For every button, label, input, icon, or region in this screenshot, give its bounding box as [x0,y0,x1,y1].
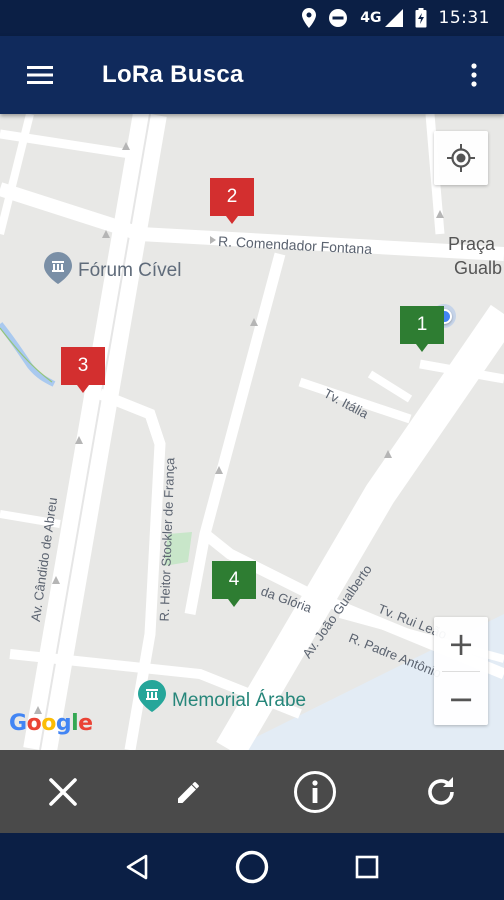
navigation-bar [0,833,504,900]
forum-poi-icon[interactable] [44,252,72,284]
marker-2[interactable]: 2 [210,178,254,224]
praca-label-2: Gualb [454,258,503,278]
do-not-disturb-icon [328,8,348,28]
my-location-button[interactable] [434,131,488,185]
recents-button[interactable] [337,837,397,897]
network-type: 4G [360,10,382,26]
home-button[interactable] [222,837,282,897]
edit-button[interactable] [157,760,221,824]
battery-icon [415,8,427,28]
forum-poi-label: Fórum Cível [78,260,182,281]
info-button[interactable] [283,760,347,824]
bottom-toolbar [0,750,504,833]
app-title: LoRa Busca [102,61,244,88]
memorial-poi-icon[interactable] [138,680,166,712]
refresh-button[interactable] [409,760,473,824]
marker-4[interactable]: 4 [212,561,256,607]
home-icon [235,850,269,883]
info-icon [294,770,336,813]
edit-pencil-icon [178,781,199,803]
status-time: 15:31 [438,8,490,28]
zoom-in-button[interactable]: + [434,617,488,671]
close-icon [49,777,77,806]
back-icon [127,854,148,879]
status-bar: 4G 15:31 [0,0,504,36]
marker-3-label: 3 [77,355,89,376]
map-view[interactable]: R. Comendador Fontana Tv. Itália R. Heit… [0,114,504,750]
marker-2-label: 2 [226,186,238,207]
google-logo: Google [9,711,93,736]
location-icon [302,8,317,28]
more-vert-icon[interactable] [444,36,504,114]
recents-icon [355,855,378,878]
marker-4-label: 4 [228,569,240,590]
marker-1-label: 1 [416,314,428,335]
crosshair-icon [447,144,475,172]
marker-3[interactable]: 3 [61,347,105,393]
praca-label: Praça [448,234,496,254]
zoom-controls: + − [434,617,488,725]
back-button[interactable] [107,837,167,897]
memorial-poi-label: Memorial Árabe [172,690,307,711]
close-button[interactable] [31,760,95,824]
signal-icon: 4G [360,8,403,28]
refresh-icon [428,776,454,805]
marker-1[interactable]: 1 [400,306,444,352]
zoom-out-button[interactable]: − [434,672,488,726]
hamburger-menu-icon[interactable] [0,36,80,114]
app-bar: LoRa Busca [0,36,504,114]
